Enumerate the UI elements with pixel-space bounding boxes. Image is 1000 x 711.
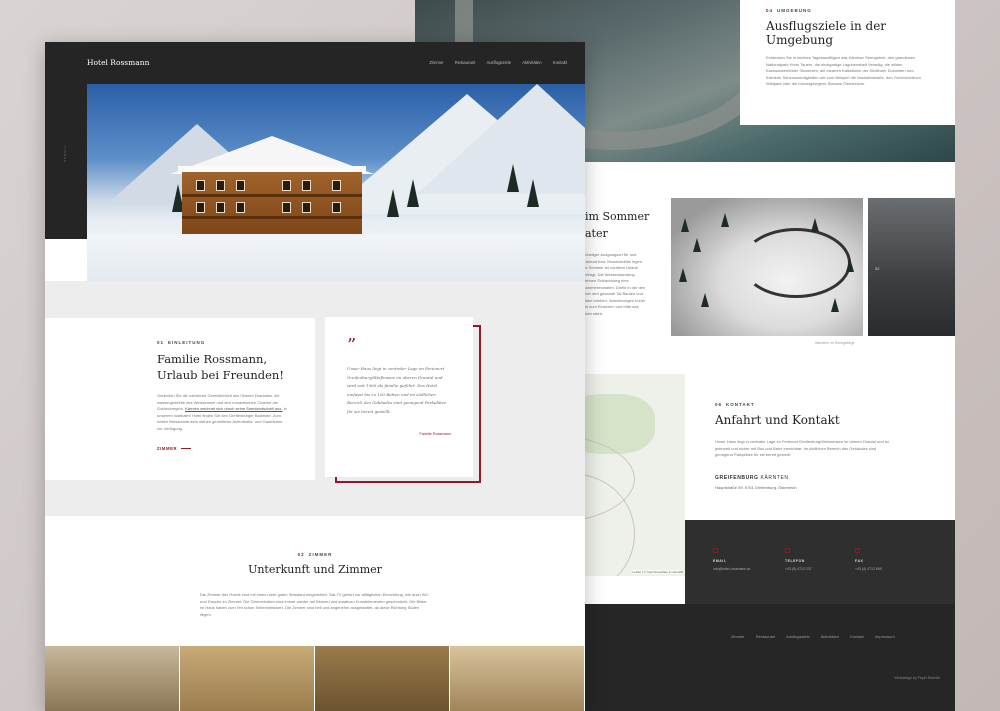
email-icon <box>713 548 718 553</box>
nav-link-aktivitaeten[interactable]: Aktivitäten <box>522 60 541 65</box>
phone-link[interactable]: +43 (0) 4712 237 <box>785 567 845 571</box>
rooms-text: Die Zimmer des Hotels sind mit einem seh… <box>200 592 429 617</box>
nav-link-kontakt[interactable]: Kontakt <box>553 60 567 65</box>
footer-credit[interactable]: Webdesign by Peper Eternité <box>895 676 940 680</box>
email-link[interactable]: info@hotel-rossmann.at <box>713 567 773 571</box>
quote-text: Unser Haus liegt in zentraler Lage im Fe… <box>347 366 447 414</box>
phone-icon <box>785 548 790 553</box>
room-photo-1[interactable] <box>45 646 180 711</box>
footer-link-aktivitaeten[interactable]: Aktivitäten <box>821 634 839 639</box>
intro-inline-link[interactable]: Kärnten zeichnet sich durch seine Seenla… <box>185 406 282 411</box>
room-gallery <box>45 646 585 711</box>
footer: Zimmer Restaurant Ausflugsziele Aktivitä… <box>585 604 955 711</box>
intro-label: 01 EINLEITUNG <box>157 340 206 345</box>
kontakt-title: Anfahrt und Kontakt <box>715 413 840 427</box>
zimmer-link[interactable]: ZIMMER <box>157 446 315 451</box>
email-column: EMAIL info@hotel-rossmann.at <box>713 548 773 571</box>
site-logo[interactable]: Hotel Rossmann <box>87 58 149 67</box>
umgebung-text: Entdecken Sie in leichten Tagesausflügen… <box>766 55 921 86</box>
nav-link-zimmer[interactable]: Zimmer <box>429 60 443 65</box>
winter-road-photo <box>671 198 863 336</box>
map-attribution: Leaflet | © OpenStreetMap & CartoDB <box>632 570 683 574</box>
quote-card: ” Unser Haus liegt in zentraler Lage im … <box>325 317 473 477</box>
photo-caption: Wandern im Hochgebirge <box>815 341 855 345</box>
umgebung-card: 04 UMGEBUNG Ausflugsziele in der Umgebung… <box>740 0 955 125</box>
kontakt-address: Hauptstraße 59, 9761 Greifenburg, Österr… <box>715 484 797 490</box>
contact-bar: EMAIL info@hotel-rossmann.at TELEFON +43… <box>685 520 955 604</box>
footer-nav: Zimmer Restaurant Ausflugsziele Aktivitä… <box>731 634 905 639</box>
hero-image <box>87 84 585 281</box>
slide-number: 02 <box>875 266 880 271</box>
room-photo-4[interactable] <box>450 646 585 711</box>
phone-column: TELEFON +43 (0) 4712 237 <box>785 548 845 571</box>
intro-text: Genießen Sie die natürliche Gemütlichkei… <box>157 393 287 431</box>
kontakt-label: 06 KONTAKT <box>715 402 755 407</box>
mountain-photo <box>868 198 955 336</box>
scroll-indicator[interactable]: SCROLL <box>63 144 67 162</box>
kontakt-section: 06 KONTAKT Anfahrt und Kontakt Unser Haus… <box>715 402 895 490</box>
summer-text: günstiger Ausgangsort für und Fahrrad bz… <box>583 252 646 316</box>
rooms-section: 02 ZIMMER Unterkunft und Zimmer Die Zimme… <box>45 516 585 646</box>
fax-icon <box>855 548 860 553</box>
umgebung-title: Ausflugsziele in der Umgebung <box>766 19 887 47</box>
umgebung-label: 04 UMGEBUNG <box>766 8 812 13</box>
rooms-title: Unterkunft und Zimmer <box>248 563 382 576</box>
front-page: Hotel Rossmann Zimmer Restaurant Ausflug… <box>45 42 585 711</box>
kontakt-text: Unser Haus liegt in zentraler Lage im Fe… <box>715 439 889 457</box>
chalet-building <box>170 136 374 241</box>
nav-link-ausflugsziele[interactable]: Ausflugsziele <box>486 60 511 65</box>
footer-link-restaurant[interactable]: Restaurant <box>756 634 776 639</box>
intro-card: 01 EINLEITUNG Familie Rossmann, Urlaub bei… <box>45 318 315 480</box>
footer-link-kontakt[interactable]: Kontakt <box>850 634 864 639</box>
rooms-label: 02 ZIMMER <box>297 552 333 557</box>
room-photo-3[interactable] <box>315 646 450 711</box>
summer-title: im Sommer ater <box>585 210 650 240</box>
intro-title: Familie Rossmann, Urlaub bei Freunden! <box>157 352 284 382</box>
room-photo-2[interactable] <box>180 646 315 711</box>
fax-column: FAX +43 (0) 4712 659 <box>855 548 915 571</box>
quote-icon: ” <box>347 335 357 356</box>
main-nav: Zimmer Restaurant Ausflugsziele Aktivitä… <box>419 60 567 65</box>
footer-link-impressum[interactable]: Impressum <box>875 634 895 639</box>
kontakt-city: GREIFENBURG KÄRNTEN <box>715 474 789 481</box>
nav-link-restaurant[interactable]: Restaurant <box>455 60 475 65</box>
footer-link-zimmer[interactable]: Zimmer <box>731 634 745 639</box>
quote-author: Familie Rossmann <box>419 432 451 436</box>
footer-link-ausflugsziele[interactable]: Ausflugsziele <box>786 634 810 639</box>
